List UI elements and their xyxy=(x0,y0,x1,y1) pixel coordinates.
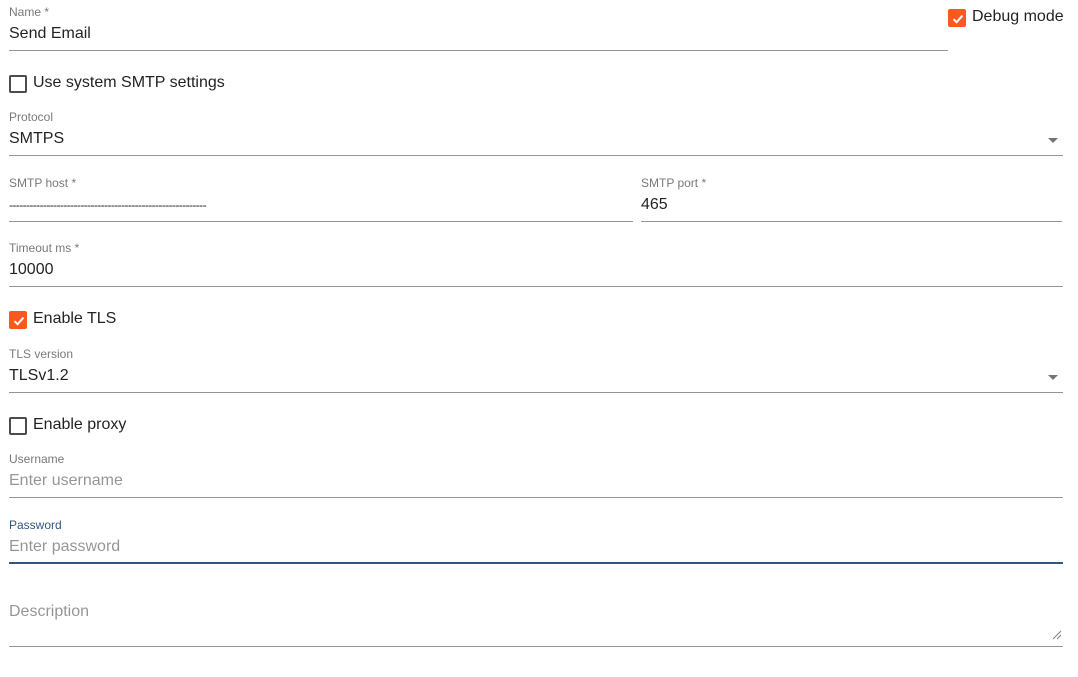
timeout-input[interactable]: 10000 xyxy=(9,260,54,280)
username-input[interactable] xyxy=(9,471,1059,491)
tls-version-underline xyxy=(9,392,1063,393)
smtp-host-input[interactable]: ----------------------------------------… xyxy=(9,195,207,215)
protocol-value[interactable]: SMTPS xyxy=(9,129,64,149)
use-system-smtp-check-icon[interactable] xyxy=(9,75,27,93)
chevron-down-icon[interactable] xyxy=(1048,138,1058,143)
username-label: Username xyxy=(9,452,65,466)
enable-proxy-label: Enable proxy xyxy=(33,416,127,433)
smtp-port-label: SMTP port * xyxy=(641,176,707,190)
tls-version-value[interactable]: TLSv1.2 xyxy=(9,366,69,386)
enable-proxy-check-icon[interactable] xyxy=(9,417,27,435)
password-underline xyxy=(9,562,1063,564)
resize-handle-icon[interactable] xyxy=(1052,630,1062,640)
debug-mode-check-icon[interactable] xyxy=(948,9,966,27)
enable-tls-check-icon[interactable] xyxy=(9,311,27,329)
use-system-smtp-label: Use system SMTP settings xyxy=(33,74,225,91)
enable-tls-label: Enable TLS xyxy=(33,310,117,327)
description-underline xyxy=(9,646,1063,647)
username-underline xyxy=(9,497,1063,498)
debug-mode-label: Debug mode xyxy=(972,8,1064,25)
name-input[interactable]: Send Email xyxy=(9,24,91,44)
smtp-host-underline xyxy=(9,221,633,222)
timeout-underline xyxy=(9,286,1063,287)
tls-version-label: TLS version xyxy=(9,347,74,361)
name-underline xyxy=(9,50,948,51)
password-label: Password xyxy=(9,518,62,532)
password-input[interactable] xyxy=(9,537,1059,557)
description-input[interactable]: Description xyxy=(9,602,89,622)
timeout-label: Timeout ms * xyxy=(9,241,80,255)
smtp-host-label: SMTP host * xyxy=(9,176,77,190)
chevron-down-icon[interactable] xyxy=(1048,375,1058,380)
smtp-port-input[interactable]: 465 xyxy=(641,195,668,215)
smtp-port-underline xyxy=(641,221,1062,222)
protocol-underline xyxy=(9,155,1063,156)
name-label: Name * xyxy=(9,5,50,19)
protocol-label: Protocol xyxy=(9,110,54,124)
